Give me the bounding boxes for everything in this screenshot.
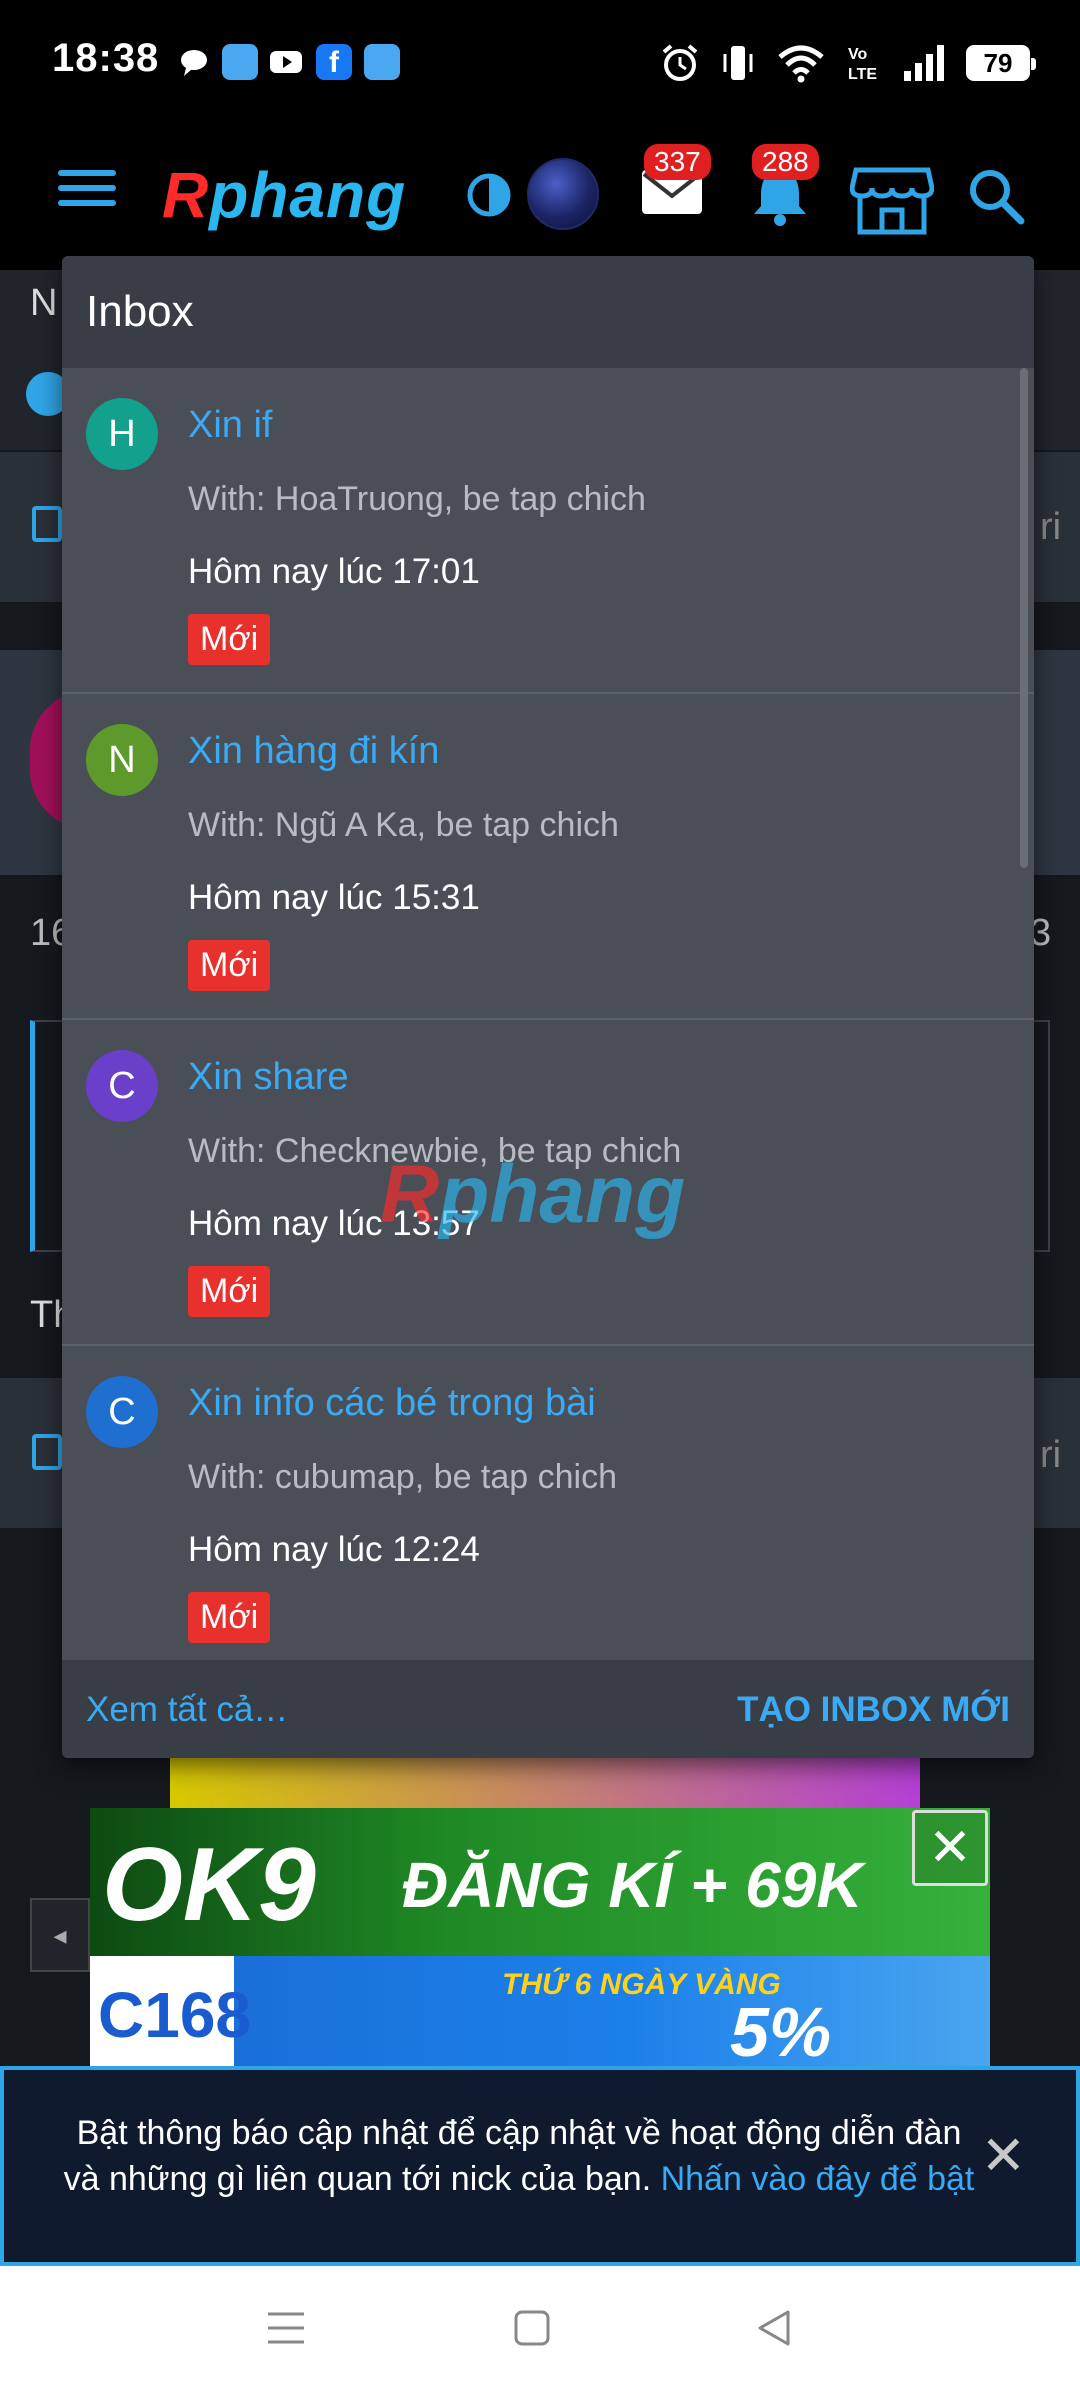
close-icon[interactable]: ✕ — [981, 2124, 1026, 2187]
bg-row-suffix: ri — [1040, 1434, 1062, 1476]
conversation-title[interactable]: Xin if — [188, 404, 272, 447]
weather-app-icon — [364, 44, 400, 80]
status-bar: 18:38 f Vo LTE 79 — [0, 0, 1080, 120]
site-logo[interactable]: Rphang — [162, 158, 406, 232]
weather-app-icon — [222, 44, 258, 80]
conversation-title[interactable]: Xin info các bé trong bài — [188, 1382, 596, 1425]
home-icon[interactable] — [510, 2306, 554, 2350]
status-icons: Vo LTE 79 — [660, 40, 1036, 86]
new-badge: Mới — [188, 1592, 271, 1643]
sender-avatar: N — [86, 724, 158, 796]
signal-icon — [904, 45, 944, 81]
new-badge: Mới — [188, 614, 271, 665]
sender-avatar: C — [86, 1050, 158, 1122]
ad-ok9-text: ĐĂNG KÍ + 69K — [402, 1849, 863, 1921]
sender-avatar: C — [86, 1376, 158, 1448]
recents-menu-icon[interactable] — [264, 2306, 308, 2350]
mail-count-badge: 337 — [644, 144, 711, 180]
inbox-item[interactable]: H Xin if With: HoaTruong, be tap chich H… — [62, 368, 1034, 694]
inbox-scrollbar[interactable] — [1020, 368, 1028, 868]
inbox-list: H Xin if With: HoaTruong, be tap chich H… — [62, 368, 1034, 1758]
user-avatar[interactable] — [527, 158, 599, 230]
message-bubble-icon — [181, 50, 207, 76]
bg-checkbox — [32, 506, 62, 542]
new-inbox-button[interactable]: TẠO INBOX MỚI — [737, 1690, 1010, 1730]
mail-button[interactable]: 337 — [640, 144, 711, 223]
app-header: Rphang 337 288 — [0, 120, 1080, 270]
site-watermark: Rphang — [380, 1149, 686, 1240]
conversation-time: Hôm nay lúc 15:31 — [188, 878, 480, 917]
ad-ok9-logo: OK9 — [102, 1827, 316, 1943]
sender-avatar: H — [86, 398, 158, 470]
inbox-footer: Xem tất cả… TẠO INBOX MỚI — [62, 1660, 1034, 1758]
inbox-dropdown: Inbox H Xin if With: HoaTruong, be tap c… — [62, 256, 1034, 1758]
conversation-time: Hôm nay lúc 17:01 — [188, 552, 480, 591]
notification-count-badge: 288 — [752, 144, 819, 180]
theme-toggle-icon[interactable] — [466, 172, 512, 218]
inbox-header: Inbox — [62, 256, 1034, 368]
status-time: 18:38 — [52, 36, 160, 80]
conversation-participants: With: cubumap, be tap chich — [188, 1458, 618, 1496]
ad-banner-ok9[interactable]: OK9 ĐĂNG KÍ + 69K — [90, 1808, 990, 1956]
battery-icon: 79 — [966, 45, 1036, 81]
hamburger-menu-icon[interactable] — [58, 170, 116, 216]
push-notification-prompt: Bật thông báo cập nhật để cập nhật về ho… — [0, 2066, 1080, 2266]
inbox-item[interactable]: N Xin hàng đi kín With: Ngũ A Ka, be tap… — [62, 694, 1034, 1020]
system-nav-bar — [0, 2266, 1080, 2400]
conversation-participants: With: Ngũ A Ka, be tap chich — [188, 806, 619, 844]
ad-close-button[interactable]: ✕ — [912, 1810, 988, 1886]
search-icon[interactable] — [966, 166, 1026, 226]
view-all-link[interactable]: Xem tất cả… — [86, 1690, 288, 1730]
back-icon[interactable] — [752, 2306, 796, 2350]
new-badge: Mới — [188, 1266, 271, 1317]
svg-text:LTE: LTE — [848, 66, 877, 83]
facebook-icon: f — [316, 44, 352, 80]
conversation-title[interactable]: Xin hàng đi kín — [188, 730, 439, 773]
bg-title-initial: N — [30, 282, 58, 324]
inbox-title: Inbox — [86, 287, 194, 336]
store-icon[interactable] — [850, 166, 934, 236]
enable-notifications-link[interactable]: Nhấn vào đây để bật — [661, 2160, 975, 2198]
bg-row-suffix: ri — [1040, 506, 1062, 548]
conversation-participants: With: HoaTruong, be tap chich — [188, 480, 646, 518]
volte-icon: Vo LTE — [848, 46, 877, 83]
conversation-time: Hôm nay lúc 12:24 — [188, 1530, 480, 1569]
bg-prev-arrow-icon[interactable]: ◂ — [30, 1898, 90, 1972]
screen: 18:38 f Vo LTE 79 Rphang 337 288 N ri 16… — [0, 0, 1080, 2400]
new-badge: Mới — [188, 940, 271, 991]
ad-c168-percent: 5% — [730, 1993, 832, 2068]
notifications-button[interactable]: 288 — [748, 144, 819, 233]
inbox-item[interactable]: C Xin info các bé trong bài With: cubuma… — [62, 1346, 1034, 1672]
bg-checkbox — [32, 1434, 62, 1470]
alarm-icon — [662, 44, 698, 81]
ad-banner-c168[interactable]: C168 THỨ 6 NGÀY VÀNG 5% — [90, 1956, 990, 2068]
ad-c168-logo: C168 — [98, 1979, 251, 2051]
wifi-icon — [778, 45, 824, 83]
vibrate-icon — [723, 46, 753, 80]
svg-text:Vo: Vo — [848, 46, 867, 63]
youtube-icon — [270, 51, 302, 73]
conversation-title[interactable]: Xin share — [188, 1056, 349, 1099]
notification-prompt-text: Bật thông báo cập nhật để cập nhật về ho… — [63, 2114, 975, 2198]
